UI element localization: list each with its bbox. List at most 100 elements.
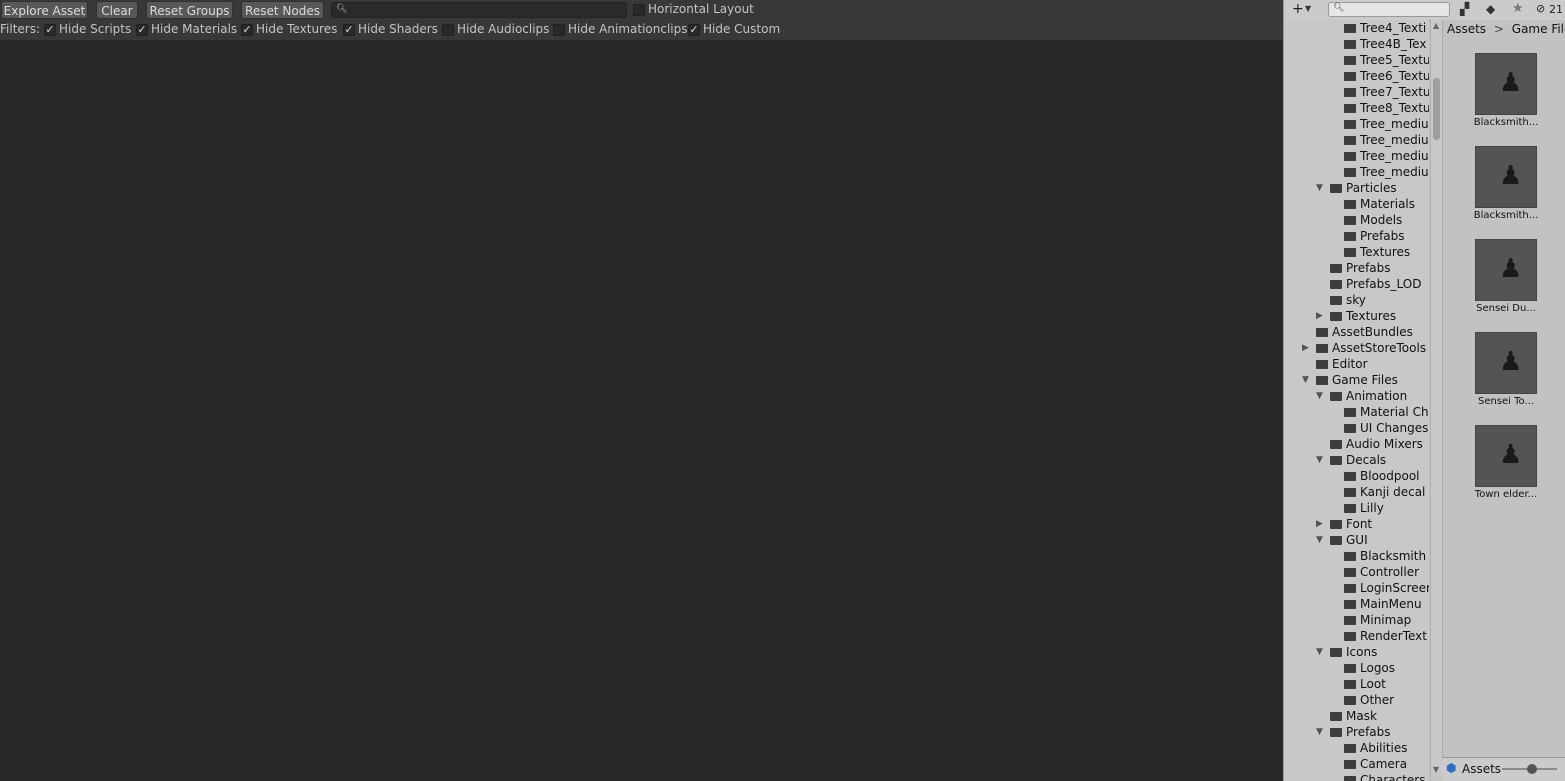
search-by-type-icon[interactable]: ▞ [1460,2,1469,16]
search-input[interactable]: 🔍︎ [331,2,627,18]
folder-tree-item[interactable]: Tree7_Textu [1344,84,1429,100]
folder-tree-item[interactable]: Other [1344,692,1394,708]
folder-tree-item[interactable]: Tree6_Textu [1344,68,1429,84]
asset-thumbnail[interactable]: ♟ [1475,146,1537,208]
folder-tree-item[interactable]: ▼ Prefabs [1316,724,1391,740]
folder-tree-item[interactable]: Tree8_Textu [1344,100,1429,116]
reset-nodes-button[interactable]: Reset Nodes [241,1,324,19]
folder-tree-item[interactable]: RenderText [1344,628,1427,644]
expand-arrow-closed-icon[interactable]: ▶ [1316,516,1323,532]
folder-tree-label: GUI [1346,533,1368,547]
reset-groups-button[interactable]: Reset Groups [146,1,233,19]
expand-arrow-open-icon[interactable]: ▼ [1302,372,1309,388]
expand-arrow-closed-icon[interactable]: ▶ [1302,340,1309,356]
folder-tree-item[interactable]: ▼ Particles [1316,180,1397,196]
folder-tree-item[interactable]: Minimap [1344,612,1411,628]
folder-tree-item[interactable]: Prefabs_LOD [1330,276,1421,292]
folder-icon [1344,200,1356,209]
hide-shaders-checkbox[interactable]: ✓ [343,24,355,36]
folder-tree-item[interactable]: UI Changes [1344,420,1428,436]
folder-tree-item[interactable]: Bloodpool [1344,468,1420,484]
expand-arrow-open-icon[interactable]: ▼ [1316,388,1323,404]
folder-tree-item[interactable]: LoginScreer [1344,580,1429,596]
chevron-down-icon[interactable]: ▼ [1305,4,1311,13]
folder-tree-item[interactable]: Prefabs [1330,260,1391,276]
folder-tree-item[interactable]: Blacksmith [1344,548,1426,564]
folder-icon [1330,712,1342,721]
expand-arrow-open-icon[interactable]: ▼ [1316,724,1323,740]
expand-arrow-open-icon[interactable]: ▼ [1316,180,1323,196]
folder-tree-item[interactable]: Tree4B_Tex [1344,36,1426,52]
footer-path: Assets [1462,762,1502,776]
folder-tree-item[interactable]: ▼ Decals [1316,452,1386,468]
folder-tree[interactable]: Tree4_Texti Tree4B_Tex Tree5_Textu Tree6_Te… [1284,20,1429,781]
project-window: + ▼ 🔍︎ ▞ ◆ ★ ⊘ 21 Tree4_Texti Tree4B_Tex T… [1283,0,1565,781]
folder-tree-scrollbar[interactable]: ▲ ▼ [1430,20,1442,777]
asset-thumbnail[interactable]: ♟ [1475,53,1537,115]
hide-textures-checkbox[interactable]: ✓ [241,24,253,36]
folder-tree-item[interactable]: Editor [1316,356,1368,372]
folder-tree-item[interactable]: Kanji decal [1344,484,1425,500]
folder-tree-item[interactable]: Mask [1330,708,1377,724]
folder-tree-item[interactable]: ▼ Game Files [1302,372,1398,388]
folder-tree-item[interactable]: Prefabs [1344,228,1405,244]
explore-asset-button[interactable]: Explore Asset [1,1,88,19]
breadcrumb-assets[interactable]: Assets [1447,22,1486,36]
folder-tree-item[interactable]: Tree_mediu [1344,132,1429,148]
folder-tree-item[interactable]: ▼ Icons [1316,644,1377,660]
expand-arrow-open-icon[interactable]: ▼ [1316,644,1323,660]
folder-tree-item[interactable]: Camera [1344,756,1407,772]
scroll-down-icon[interactable]: ▼ [1433,765,1439,774]
folder-tree-item[interactable]: Models [1344,212,1402,228]
folder-tree-item[interactable]: Materials [1344,196,1415,212]
hide-audioclips-checkbox[interactable] [442,24,454,36]
expand-arrow-closed-icon[interactable]: ▶ [1316,308,1323,324]
label-tag-icon[interactable]: ◆ [1486,2,1495,16]
hide-animationclips-checkbox[interactable] [553,24,565,36]
folder-tree-item[interactable]: Abilities [1344,740,1408,756]
folder-tree-item[interactable]: ▶ AssetStoreTools [1302,340,1426,356]
scrollbar-thumb[interactable] [1433,78,1440,140]
zoom-slider-handle[interactable] [1527,764,1537,774]
expand-arrow-open-icon[interactable]: ▼ [1316,452,1323,468]
project-search-input[interactable]: 🔍︎ [1328,2,1450,17]
hidden-packages-icon[interactable]: ⊘ [1536,2,1545,15]
folder-tree-item[interactable]: Textures [1344,244,1410,260]
hide-custom-checkbox[interactable]: ✓ [688,24,700,36]
folder-tree-item[interactable]: Logos [1344,660,1395,676]
folder-tree-item[interactable]: sky [1330,292,1366,308]
hide-materials-checkbox[interactable]: ✓ [136,24,148,36]
folder-tree-item[interactable]: Tree_mediu [1344,148,1429,164]
clear-button[interactable]: Clear [96,1,138,19]
asset-graph-window[interactable]: Explore Asset Clear Reset Groups Reset N… [0,0,1283,781]
folder-tree-item[interactable]: Controller [1344,564,1419,580]
folder-tree-label: LoginScreer [1360,581,1429,595]
favorite-star-icon[interactable]: ★ [1512,1,1524,16]
folder-tree-item[interactable]: Characters [1344,772,1426,781]
hide-scripts-checkbox[interactable]: ✓ [44,24,56,36]
folder-tree-item[interactable]: Tree5_Textu [1344,52,1429,68]
horizontal-layout-checkbox[interactable] [633,4,645,16]
folder-tree-item[interactable]: ▶ Font [1316,516,1372,532]
project-footer: ⬢ Assets [1442,757,1565,781]
expand-arrow-open-icon[interactable]: ▼ [1316,532,1323,548]
folder-tree-item[interactable]: ▼ GUI [1316,532,1368,548]
folder-tree-item[interactable]: Tree_mediu [1344,116,1429,132]
folder-tree-item[interactable]: AssetBundles [1316,324,1413,340]
folder-tree-item[interactable]: Tree_mediu [1344,164,1429,180]
folder-tree-item[interactable]: Loot [1344,676,1386,692]
breadcrumb-game-files[interactable]: Game Files [1512,22,1565,36]
scroll-up-icon[interactable]: ▲ [1433,21,1439,30]
folder-tree-item[interactable]: Material Ch [1344,404,1429,420]
folder-tree-item[interactable]: MainMenu [1344,596,1422,612]
asset-thumbnail[interactable]: ♟ [1475,425,1537,487]
asset-thumbnail[interactable]: ♟ [1475,332,1537,394]
folder-tree-item[interactable]: Audio Mixers [1330,436,1423,452]
folder-tree-item[interactable]: ▼ Animation [1316,388,1407,404]
folder-tree-item[interactable]: Tree4_Texti [1344,20,1426,36]
create-plus-icon[interactable]: + [1292,1,1304,17]
folder-tree-item[interactable]: Lilly [1344,500,1384,516]
folder-tree-item[interactable]: ▶ Textures [1316,308,1396,324]
folder-icon [1344,616,1356,625]
asset-thumbnail[interactable]: ♟ [1475,239,1537,301]
